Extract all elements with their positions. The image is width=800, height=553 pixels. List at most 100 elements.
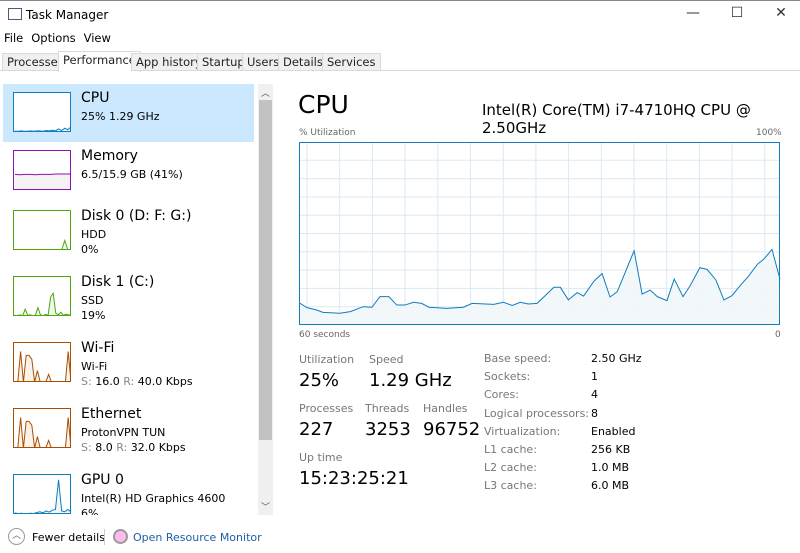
sidebar-item-cpu[interactable]: CPU 25% 1.29 GHz: [3, 84, 254, 142]
sidebar-item-throughput: S: 8.0 R: 32.0 Kbps: [81, 441, 186, 454]
sidebar-item-thumbnail-graph: [13, 150, 71, 190]
utilization-value: 25%: [299, 370, 340, 391]
sidebar-item-name: Ethernet: [81, 406, 142, 422]
sidebar-item-name: Wi-Fi: [81, 340, 115, 356]
tab-services[interactable]: Services: [322, 53, 381, 71]
info-label: L1 cache:: [484, 443, 537, 456]
sidebar-item-memory[interactable]: Memory 6.5/15.9 GB (41%): [3, 142, 254, 200]
sidebar-item-thumbnail-graph: [13, 276, 71, 316]
footer: ︿ Fewer details Open Resource Monitor: [0, 526, 800, 553]
info-value: 6.0 MB: [591, 479, 630, 493]
sidebar-item-name: Memory: [81, 148, 138, 164]
menu-file[interactable]: File: [4, 31, 23, 45]
thumbnail-line: [17, 417, 70, 447]
info-label: Cores:: [484, 388, 519, 402]
sidebar-item-gpu-0[interactable]: GPU 0 Intel(R) HD Graphics 4600 6%: [3, 466, 254, 515]
thumbnail-line: [61, 238, 69, 249]
task-manager-icon: [8, 8, 22, 20]
menu-options[interactable]: Options: [31, 31, 75, 45]
processes-label: Processes: [299, 402, 354, 415]
sidebar-item-wi-fi[interactable]: Wi-Fi Wi-Fi S: 16.0 R: 40.0 Kbps: [3, 334, 254, 392]
info-value: Enabled: [591, 424, 636, 438]
divider: [104, 529, 105, 545]
sidebar-item-name: Disk 0 (D: F: G:): [81, 208, 192, 224]
thumbnail-line: [14, 479, 70, 513]
sidebar-item-usage: 6%: [81, 507, 99, 515]
processes-value: 227: [299, 419, 334, 440]
cpu-model: Intel(R) Core(TM) i7-4710HQ CPU @ 2.50GH…: [482, 101, 751, 137]
title-bar: Task Manager — ☐ ✕: [0, 0, 800, 30]
thumbnail-area: [15, 479, 70, 513]
sidebar-item-thumbnail-graph: [13, 408, 71, 448]
threads-label: Threads: [365, 402, 410, 415]
y-max-label: 100%: [756, 128, 782, 138]
resource-list: CPU 25% 1.29 GHz Memory 6.5/15.9 GB (41%…: [0, 78, 256, 515]
sidebar-item-detail: SSD: [81, 294, 104, 307]
info-value: 8: [591, 406, 598, 420]
tab-performance[interactable]: Performance: [58, 51, 141, 72]
sidebar-scrollbar[interactable]: ︿ ﹀: [258, 84, 273, 515]
sidebar-item-name: CPU: [81, 90, 110, 106]
thumbnail-line: [17, 351, 70, 381]
handles-label: Handles: [423, 402, 468, 415]
scroll-down-icon[interactable]: ﹀: [258, 500, 273, 513]
minimize-button[interactable]: —: [678, 5, 708, 27]
info-label: Base speed:: [484, 352, 552, 365]
info-label: L3 cache:: [484, 479, 537, 493]
info-label: L2 cache:: [484, 461, 537, 475]
page-title: CPU: [298, 90, 349, 119]
y-axis-label: % Utilization: [299, 128, 356, 138]
info-label: Virtualization:: [484, 424, 561, 438]
info-label: Sockets:: [484, 370, 531, 384]
handles-value: 96752: [423, 419, 481, 440]
fewer-details-button[interactable]: Fewer details: [32, 531, 105, 544]
sidebar-item-ethernet[interactable]: Ethernet ProtonVPN TUN S: 8.0 R: 32.0 Kbp…: [3, 400, 254, 458]
sidebar-item-usage: 19%: [81, 309, 106, 322]
sidebar-item-detail: 6.5/15.9 GB (41%): [81, 168, 183, 181]
info-label: Logical processors:: [484, 406, 590, 420]
sidebar-item-detail: HDD: [81, 228, 107, 241]
uptime-label: Up time: [299, 451, 343, 464]
resource-monitor-icon: [113, 529, 128, 544]
info-value: 1: [591, 370, 598, 384]
info-value: 4: [591, 388, 598, 402]
maximize-button[interactable]: ☐: [722, 5, 752, 27]
open-resource-monitor-link[interactable]: Open Resource Monitor: [133, 531, 262, 544]
thumbnail-area: [15, 174, 70, 189]
info-value: 1.0 MB: [591, 461, 630, 475]
sidebar-item-disk-0-d-f-g[interactable]: Disk 0 (D: F: G:) HDD 0%: [3, 202, 254, 260]
speed-value: 1.29 GHz: [369, 370, 452, 391]
utilization-area: [299, 249, 780, 325]
sidebar-item-name: GPU 0: [81, 472, 124, 488]
utilization-label: Utilization: [299, 353, 355, 366]
sidebar-item-name: Disk 1 (C:): [81, 274, 155, 290]
tab-bar: Processes Performance App history Startu…: [0, 51, 800, 72]
scroll-up-icon[interactable]: ︿: [258, 86, 273, 99]
sidebar-item-thumbnail-graph: [13, 474, 71, 514]
sidebar-item-thumbnail-graph: [13, 92, 71, 132]
cpu-utilization-graph: [299, 142, 781, 325]
sidebar-item-throughput: S: 16.0 R: 40.0 Kbps: [81, 375, 193, 388]
threads-value: 3253: [365, 419, 411, 440]
tab-details[interactable]: Details: [278, 53, 328, 71]
x-axis-left-label: 60 seconds: [299, 330, 351, 340]
thumbnail-line: [15, 291, 70, 315]
window-title: Task Manager: [26, 8, 109, 22]
sidebar-item-detail: 25% 1.29 GHz: [81, 110, 160, 123]
sidebar-item-thumbnail-graph: [13, 342, 71, 382]
info-value: 256 KB: [591, 443, 631, 456]
close-button[interactable]: ✕: [766, 5, 796, 27]
speed-label: Speed: [369, 353, 404, 366]
sidebar-item-usage: 0%: [81, 243, 99, 256]
sidebar-item-disk-1-c[interactable]: Disk 1 (C:) SSD 19%: [3, 268, 254, 326]
scroll-thumb[interactable]: [259, 100, 272, 440]
sidebar-item-detail: ProtonVPN TUN: [81, 426, 166, 439]
uptime-value: 15:23:25:21: [299, 468, 409, 489]
sidebar-item-thumbnail-graph: [13, 210, 71, 250]
menu-bar: File Options View: [0, 31, 115, 49]
menu-view[interactable]: View: [84, 31, 111, 45]
tab-app-history[interactable]: App history: [131, 53, 207, 71]
info-value: 2.50 GHz: [591, 352, 642, 365]
sidebar-item-detail: Wi-Fi: [81, 360, 108, 373]
chevron-up-icon[interactable]: ︿: [8, 528, 25, 545]
